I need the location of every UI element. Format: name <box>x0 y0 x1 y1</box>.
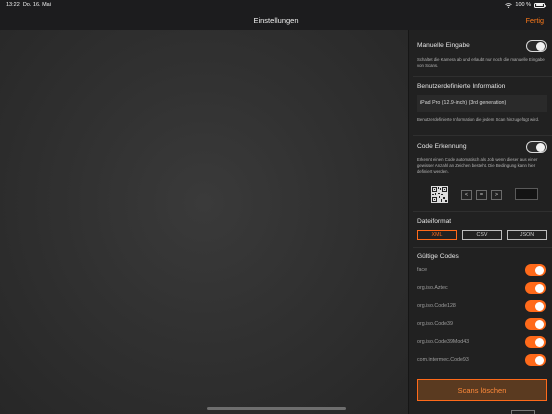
toggle-knob <box>536 143 545 152</box>
format-csv-button[interactable]: CSV <box>462 230 502 240</box>
equal-button[interactable]: = <box>476 190 487 200</box>
separator <box>413 247 552 248</box>
status-time: 13:22 <box>6 2 20 8</box>
toggle-knob <box>535 355 544 365</box>
navigation-bar: Einstellungen Fertig <box>0 12 552 30</box>
toggle-knob <box>535 265 544 275</box>
custom-info-label: Benutzerdefinierte Information <box>417 83 506 90</box>
code-detection-description: Erkennt einen Code automatisch als Job w… <box>417 157 538 175</box>
list-item: org.iso.Code128 <box>417 299 547 316</box>
list-item: org.iso.Aztec <box>417 281 547 298</box>
code-toggle-aztec[interactable] <box>525 282 546 294</box>
toggle-knob <box>535 301 544 311</box>
list-item: org.iso.Code39 <box>417 317 547 334</box>
wifi-icon <box>505 2 513 8</box>
page-title: Einstellungen <box>253 16 299 25</box>
toggle-knob <box>535 283 544 293</box>
code-name: org.iso.Code128 <box>417 303 456 309</box>
code-name: org.iso.Code39 <box>417 321 453 327</box>
list-item: org.iso.Code39Mod43 <box>417 335 547 352</box>
code-toggle-code39mod43[interactable] <box>525 336 546 348</box>
code-name: com.intermec.Code93 <box>417 357 469 363</box>
valid-codes-label: Gültige Codes <box>417 253 459 260</box>
code-toggle-face[interactable] <box>525 264 546 276</box>
done-button[interactable]: Fertig <box>526 16 544 25</box>
custom-info-field[interactable]: iPad Pro (12.9-inch) (3rd generation) <box>417 95 547 112</box>
code-name: face <box>417 267 428 273</box>
code-toggle-code39[interactable] <box>525 318 546 330</box>
home-indicator[interactable] <box>207 407 346 410</box>
camera-preview <box>0 30 408 414</box>
manual-input-toggle[interactable] <box>526 40 547 52</box>
code-name: org.iso.Aztec <box>417 285 448 291</box>
separator <box>413 135 552 136</box>
status-date: Do. 16. Mai <box>22 2 51 8</box>
file-format-label: Dateiformat <box>417 218 452 225</box>
qr-code-icon <box>431 186 448 203</box>
manual-input-description: Schaltet die Kamera ab und erlaubt nur n… <box>417 57 545 69</box>
keyboard-dock-indicator <box>511 410 535 414</box>
panel-divider <box>408 30 409 414</box>
code-toggle-code93[interactable] <box>525 354 546 366</box>
clear-scans-button[interactable]: Scans löschen <box>417 379 547 401</box>
format-json-button[interactable]: JSON <box>507 230 547 240</box>
code-detection-toggle[interactable] <box>526 141 547 153</box>
code-name: org.iso.Code39Mod43 <box>417 339 470 345</box>
format-xml-button[interactable]: XML <box>417 230 457 240</box>
battery-percent: 100 % <box>515 2 531 8</box>
separator <box>413 211 552 212</box>
toggle-knob <box>535 319 544 329</box>
toggle-knob <box>536 42 545 51</box>
custom-info-description: Benutzerdefinierte Information die jedem… <box>417 117 540 122</box>
list-item: face <box>417 263 547 280</box>
prev-button[interactable]: < <box>461 190 472 200</box>
status-right: 100 % <box>505 2 546 8</box>
char-count-field[interactable] <box>515 188 538 200</box>
battery-icon <box>534 2 546 8</box>
separator <box>413 76 552 77</box>
next-button[interactable]: > <box>491 190 502 200</box>
toggle-knob <box>535 337 544 347</box>
list-item: com.intermec.Code93 <box>417 353 547 370</box>
code-toggle-code128[interactable] <box>525 300 546 312</box>
status-bar: 13:22 Do. 16. Mai 100 % <box>0 0 552 12</box>
status-time-date: 13:22 Do. 16. Mai <box>6 2 51 8</box>
